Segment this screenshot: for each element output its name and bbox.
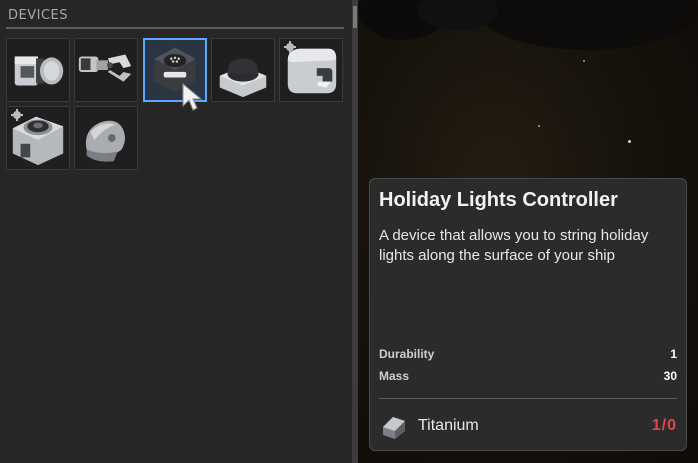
panel-title: DEVICES — [8, 8, 68, 23]
titanium-ingot-icon — [383, 417, 405, 439]
round-panel-icon — [12, 116, 64, 166]
star — [538, 125, 540, 127]
devices-panel: DEVICES — [0, 0, 352, 463]
device-slot-cap-sensor[interactable] — [74, 106, 138, 170]
stat-value: 1 — [670, 347, 677, 361]
divider — [379, 398, 677, 399]
stat-row-durability: Durability 1 — [379, 347, 677, 363]
grabber-claw-icon — [78, 54, 132, 82]
star — [583, 60, 585, 62]
cap-sensor-icon — [85, 120, 125, 162]
device-slot-dome-button[interactable] — [211, 38, 275, 102]
device-slot-round-panel[interactable] — [6, 106, 70, 170]
stat-label: Mass — [379, 369, 410, 383]
tooltip-description: A device that allows you to string holid… — [379, 227, 649, 264]
star — [628, 140, 631, 143]
bent-pipe-icon — [287, 48, 337, 94]
stat-row-mass: Mass 30 — [379, 369, 677, 385]
device-slot-bent-pipe[interactable] — [279, 38, 343, 102]
device-slot-grabber-claw[interactable] — [74, 38, 138, 102]
scrollbar-thumb[interactable] — [353, 6, 357, 28]
mouse-cursor-icon — [182, 82, 203, 111]
material-count: 1/0 — [651, 417, 677, 434]
stat-value: 30 — [663, 369, 677, 383]
item-tooltip: Holiday Lights Controller A device that … — [369, 178, 687, 451]
device-slot-cylinder-tank[interactable] — [6, 38, 70, 102]
material-name: Titanium — [418, 417, 479, 434]
asteroid — [478, 0, 698, 50]
cylinder-tank-icon — [14, 56, 64, 86]
tooltip-title: Holiday Lights Controller — [379, 189, 618, 211]
dome-button-icon — [219, 58, 267, 98]
divider — [6, 27, 344, 29]
stat-label: Durability — [379, 347, 435, 361]
